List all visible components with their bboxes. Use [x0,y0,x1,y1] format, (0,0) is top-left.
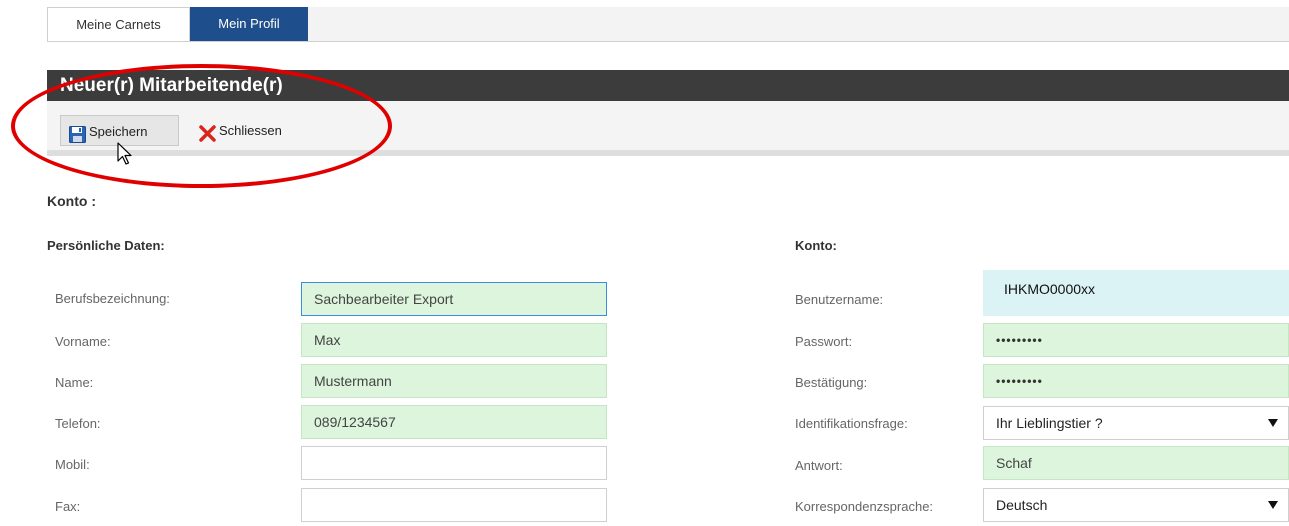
telefon-input[interactable]: 089/1234567 [301,405,607,439]
label-vorname: Vorname: [55,334,111,349]
identifikationsfrage-select[interactable]: Ihr Lieblingstier ? [983,406,1289,440]
korrespondenzsprache-select[interactable]: Deutsch [983,488,1289,522]
label-benutzername: Benutzername: [795,292,884,307]
title-bar: Neuer(r) Mitarbeitende(r) [47,70,1289,101]
label-korrespondenzsprache: Korrespondenzsprache: [795,499,934,514]
personal-data-heading: Persönliche Daten: [47,238,165,253]
dropdown-arrow-icon [1268,501,1278,509]
toolbar: Speichern Schliessen [47,101,1289,156]
close-button[interactable]: Schliessen [191,115,301,146]
mobil-input[interactable] [301,446,607,480]
label-identifikationsfrage: Identifikationsfrage: [795,416,908,431]
label-antwort: Antwort: [795,458,843,473]
passwort-input[interactable]: ••••••••• [983,323,1289,357]
label-telefon: Telefon: [55,416,101,431]
tab-meine-carnets[interactable]: Meine Carnets [47,7,190,41]
tab-mein-profil[interactable]: Mein Profil [190,7,308,41]
mouse-cursor-icon [117,142,135,168]
label-bestaetigung: Bestätigung: [795,375,868,390]
floppy-disk-icon [69,123,86,143]
red-x-icon [199,122,216,142]
label-fax: Fax: [55,499,81,514]
label-mobil: Mobil: [55,457,90,472]
antwort-input[interactable]: Schaf [983,446,1289,480]
identifikationsfrage-value: Ihr Lieblingstier ? [996,415,1103,431]
page-title: Neuer(r) Mitarbeitende(r) [60,75,283,96]
label-name: Name: [55,375,94,390]
berufsbezeichnung-input[interactable]: Sachbearbeiter Export [301,282,607,316]
fax-input[interactable] [301,488,607,522]
name-input[interactable]: Mustermann [301,364,607,398]
bestaetigung-input[interactable]: ••••••••• [983,364,1289,398]
korrespondenzsprache-value: Deutsch [996,497,1048,513]
close-button-label: Schliessen [219,123,282,138]
dropdown-arrow-icon [1268,419,1278,427]
account-heading: Konto: [795,238,837,253]
benutzername-value: IHKMO0000xx [983,270,1289,316]
section-title: Konto : [47,193,96,209]
label-passwort: Passwort: [795,334,853,349]
vorname-input[interactable]: Max [301,323,607,357]
label-berufsbezeichnung: Berufsbezeichnung: [55,291,170,306]
